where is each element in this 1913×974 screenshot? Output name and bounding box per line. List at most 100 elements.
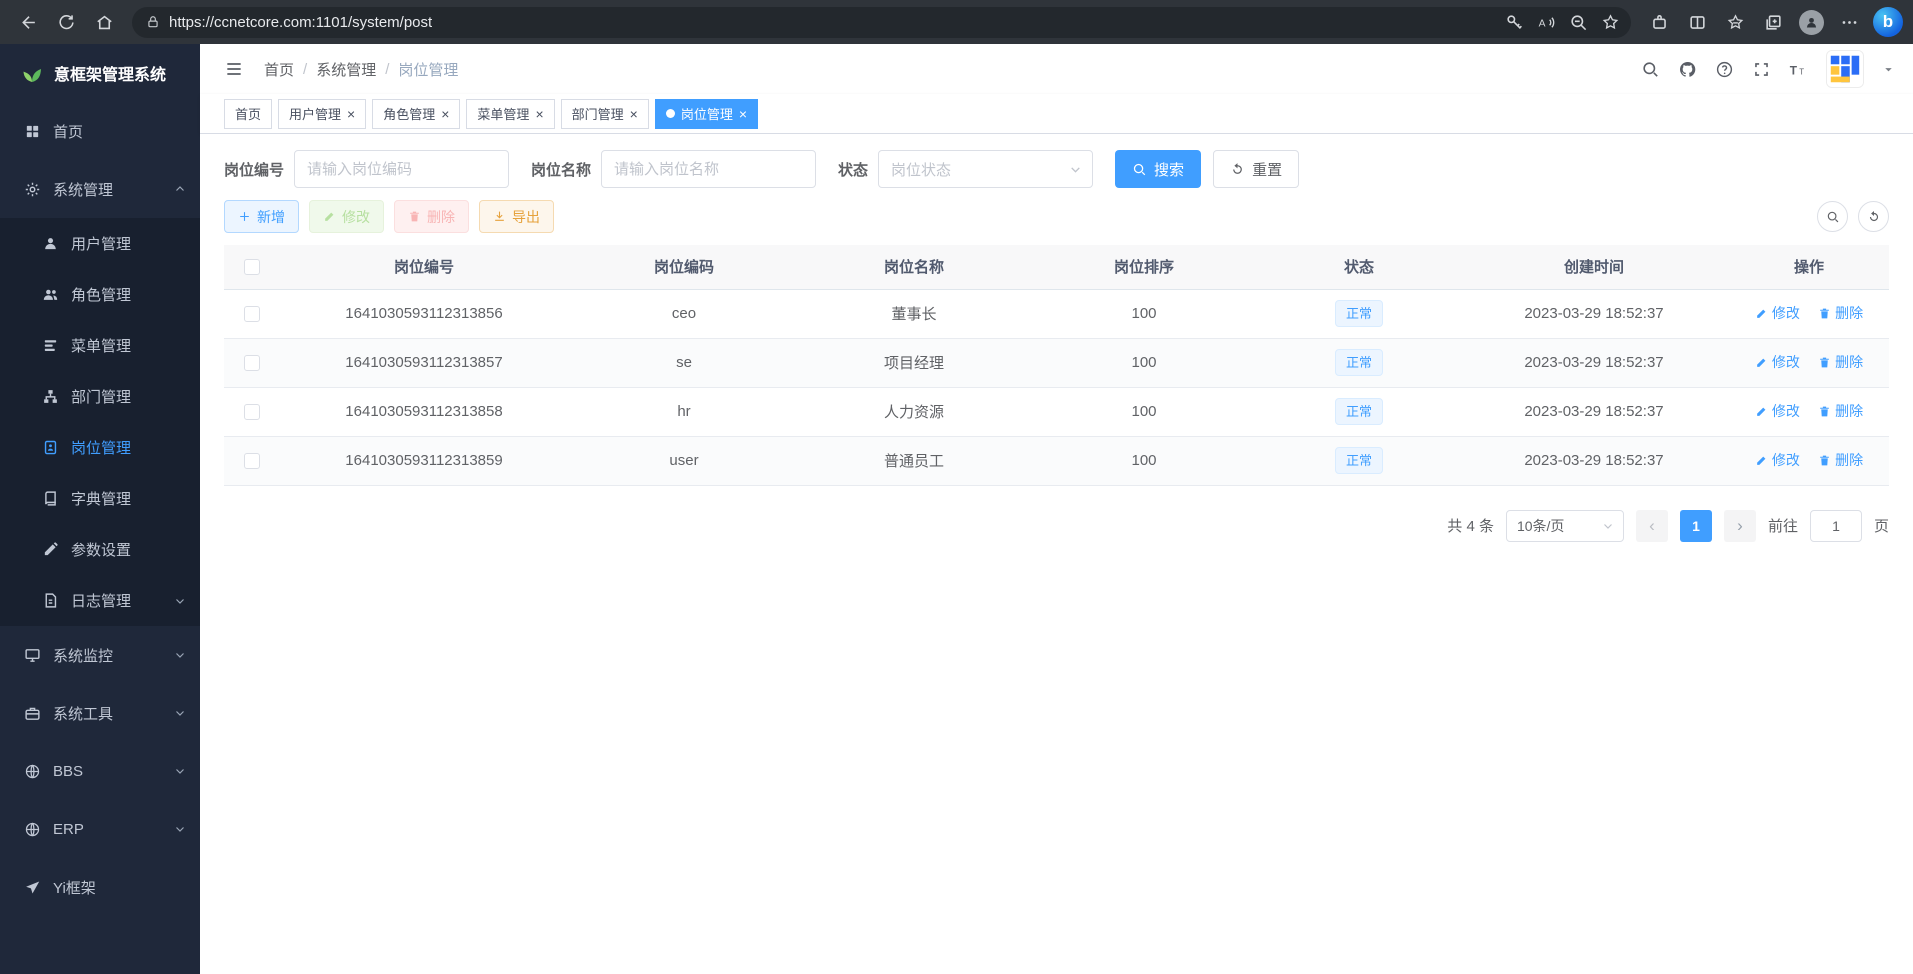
row-edit-link[interactable]: 修改 — [1755, 303, 1800, 323]
close-icon[interactable]: × — [739, 107, 747, 121]
password-key-icon[interactable] — [1499, 7, 1529, 37]
search-form: 岗位编号 岗位名称 状态 岗位状态 搜索 — [224, 150, 1889, 188]
tab-roles[interactable]: 角色管理 × — [372, 99, 460, 129]
breadcrumb-home[interactable]: 首页 — [264, 59, 294, 80]
sidebar-item-posts[interactable]: 岗位管理 — [0, 422, 200, 473]
delete-button[interactable]: 删除 — [394, 200, 469, 233]
navbar-right: TT — [1641, 50, 1895, 88]
reset-button[interactable]: 重置 — [1213, 150, 1299, 188]
sidebar-item-menus[interactable]: 菜单管理 — [0, 320, 200, 371]
cell-post-code: se — [569, 338, 799, 387]
sidebar-item-system[interactable]: 系统管理 — [0, 160, 200, 218]
search-button[interactable]: 搜索 — [1115, 150, 1201, 188]
browser-menu-icon[interactable] — [1831, 4, 1867, 40]
extensions-icon[interactable] — [1641, 4, 1677, 40]
fullscreen-icon[interactable] — [1752, 60, 1771, 79]
refresh-table-icon[interactable] — [1858, 201, 1889, 232]
tab-menus[interactable]: 菜单管理× — [466, 99, 554, 129]
app-logo[interactable]: 意框架管理系统 — [0, 44, 200, 102]
add-button[interactable]: 新增 — [224, 200, 299, 233]
sidebar-item-params[interactable]: 参数设置 — [0, 524, 200, 575]
close-icon[interactable]: × — [347, 107, 355, 121]
table-row[interactable]: 1641030593112313858 hr 人力资源 100 正常 2023-… — [224, 387, 1889, 436]
edit-button[interactable]: 修改 — [309, 200, 384, 233]
sidebar-item-erp[interactable]: ERP — [0, 800, 200, 858]
row-checkbox[interactable] — [244, 404, 260, 420]
favorites-icon[interactable] — [1717, 4, 1753, 40]
breadcrumb-system[interactable]: 系统管理 — [316, 59, 376, 80]
refresh-icon[interactable] — [48, 4, 84, 40]
split-screen-icon[interactable] — [1679, 4, 1715, 40]
cell-created: 2023-03-29 18:52:37 — [1459, 338, 1729, 387]
row-delete-link[interactable]: 删除 — [1818, 450, 1863, 470]
table-row[interactable]: 1641030593112313857 se 项目经理 100 正常 2023-… — [224, 338, 1889, 387]
favorite-add-icon[interactable] — [1595, 7, 1625, 37]
read-aloud-icon[interactable]: A — [1531, 7, 1561, 37]
sidebar-item-users[interactable]: 用户管理 — [0, 218, 200, 269]
user-avatar[interactable] — [1826, 50, 1864, 88]
search-icon[interactable] — [1641, 60, 1660, 79]
row-checkbox[interactable] — [244, 355, 260, 371]
address-bar[interactable]: https://ccnetcore.com:1101/system/post A — [132, 7, 1631, 38]
reset-button-label: 重置 — [1252, 159, 1282, 180]
close-icon[interactable]: × — [630, 107, 638, 121]
goto-page-input[interactable] — [1810, 510, 1862, 542]
sidebar-item-depts[interactable]: 部门管理 — [0, 371, 200, 422]
back-icon[interactable] — [10, 4, 46, 40]
close-icon[interactable]: × — [441, 107, 449, 121]
chevron-down-icon — [1602, 520, 1614, 532]
gear-icon — [24, 181, 41, 198]
profile-icon[interactable] — [1793, 4, 1829, 40]
profile-avatar — [1799, 10, 1824, 35]
page-size-select[interactable]: 10条/页 — [1506, 510, 1624, 542]
toggle-search-icon[interactable] — [1817, 201, 1848, 232]
sidebar-item-roles[interactable]: 角色管理 — [0, 269, 200, 320]
sidebar-item-dict[interactable]: 字典管理 — [0, 473, 200, 524]
table-row[interactable]: 1641030593112313859 user 普通员工 100 正常 202… — [224, 436, 1889, 485]
sidebar-item-tools[interactable]: 系统工具 — [0, 684, 200, 742]
row-edit-link[interactable]: 修改 — [1755, 352, 1800, 372]
status-badge: 正常 — [1335, 349, 1383, 376]
row-checkbox[interactable] — [244, 453, 260, 469]
tab-label: 角色管理 — [383, 104, 435, 123]
page-1-button[interactable]: 1 — [1680, 510, 1712, 542]
tab-users[interactable]: 用户管理× — [278, 99, 366, 129]
home-icon[interactable] — [86, 4, 122, 40]
row-delete-link[interactable]: 删除 — [1818, 303, 1863, 323]
github-icon[interactable] — [1678, 60, 1697, 79]
post-name-input[interactable] — [601, 150, 816, 188]
sidebar-collapse-icon[interactable] — [218, 59, 250, 79]
sidebar-item-monitor[interactable]: 系统监控 — [0, 626, 200, 684]
row-delete-link[interactable]: 删除 — [1818, 401, 1863, 421]
close-icon[interactable]: × — [535, 107, 543, 121]
edit-pencil-icon — [42, 541, 59, 558]
prev-page-button[interactable]: ‹ — [1636, 510, 1668, 542]
zoom-icon[interactable] — [1563, 7, 1593, 37]
next-page-button[interactable]: › — [1724, 510, 1756, 542]
export-button[interactable]: 导出 — [479, 200, 554, 233]
tab-depts[interactable]: 部门管理× — [561, 99, 649, 129]
table-row[interactable]: 1641030593112313856 ceo 董事长 100 正常 2023-… — [224, 289, 1889, 338]
row-delete-link[interactable]: 删除 — [1818, 352, 1863, 372]
tab-posts[interactable]: 岗位管理× — [655, 99, 758, 129]
sidebar-item-yi-framework[interactable]: Yi框架 — [0, 858, 200, 916]
bing-discover-icon[interactable]: b — [1873, 7, 1903, 37]
status-select[interactable]: 岗位状态 — [878, 150, 1093, 188]
col-created: 创建时间 — [1459, 245, 1729, 289]
sidebar-item-logs[interactable]: 日志管理 — [0, 575, 200, 626]
app-window: 意框架管理系统 首页 系统管理 用户管理 角色管理 菜单管理 — [0, 44, 1913, 974]
col-post-code: 岗位编码 — [569, 245, 799, 289]
row-checkbox[interactable] — [244, 306, 260, 322]
sidebar-item-bbs[interactable]: BBS — [0, 742, 200, 800]
post-id-input[interactable] — [294, 150, 509, 188]
tab-home[interactable]: 首页 — [224, 99, 272, 129]
select-all-checkbox[interactable] — [244, 259, 260, 275]
text-size-icon[interactable]: TT — [1789, 60, 1808, 79]
help-icon[interactable] — [1715, 60, 1734, 79]
row-edit-link[interactable]: 修改 — [1755, 450, 1800, 470]
breadcrumb-separator: / — [303, 61, 307, 78]
collections-icon[interactable] — [1755, 4, 1791, 40]
row-edit-link[interactable]: 修改 — [1755, 401, 1800, 421]
user-menu-caret-icon[interactable] — [1882, 63, 1895, 76]
sidebar-item-home[interactable]: 首页 — [0, 102, 200, 160]
